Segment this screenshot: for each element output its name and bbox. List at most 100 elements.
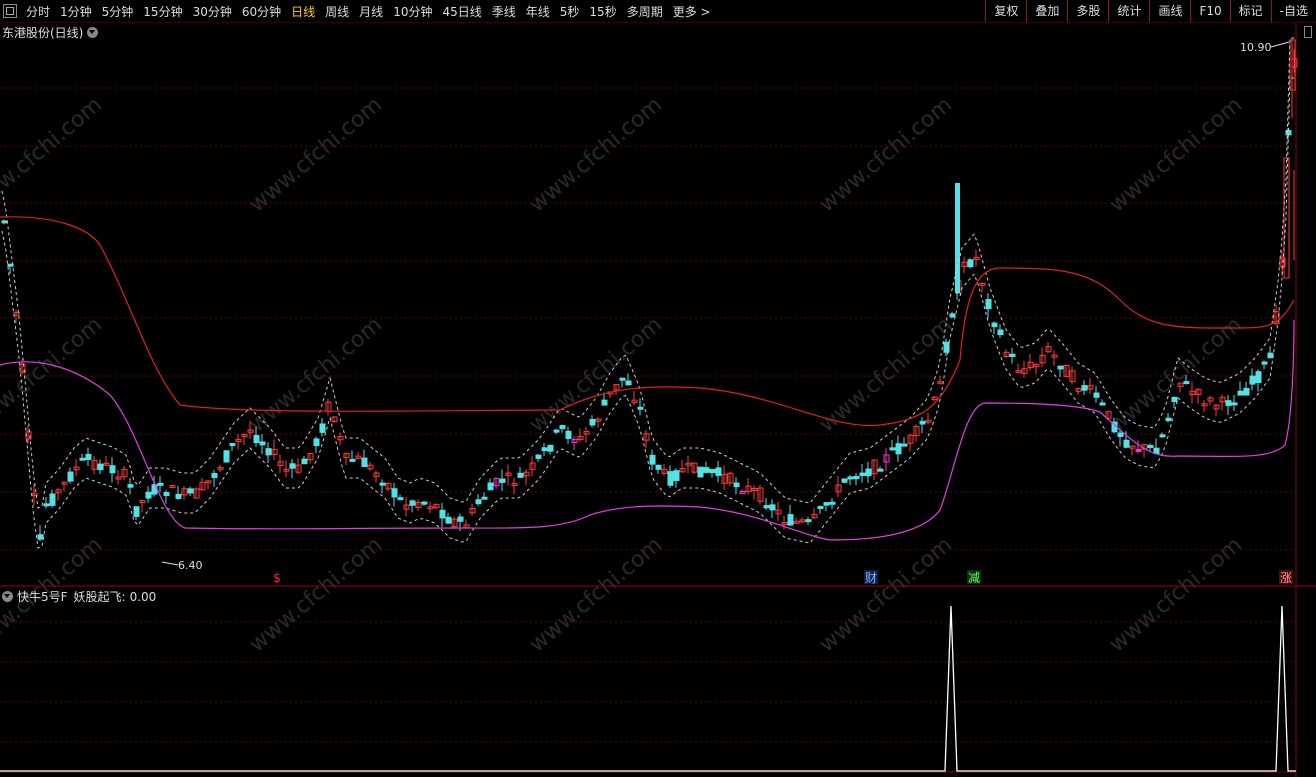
candle-body <box>37 534 44 540</box>
candle-body <box>853 475 860 480</box>
period-tab[interactable]: 5分钟 <box>97 3 139 20</box>
candle-body <box>985 299 992 310</box>
event-marker: 财 <box>865 571 877 585</box>
period-tab[interactable]: 更多 > <box>668 3 716 20</box>
candle-body <box>349 458 356 462</box>
period-tab[interactable]: 月线 <box>354 3 388 20</box>
candle-body <box>673 470 680 482</box>
indicator-label: 妖股起飞: <box>73 590 126 604</box>
candle-body <box>109 465 116 474</box>
watermark-text: www.cfchi.com <box>245 532 387 657</box>
period-tab[interactable]: 1分钟 <box>55 3 97 20</box>
toolbar-button[interactable]: 统计 <box>1108 0 1149 22</box>
candle-body <box>889 447 896 451</box>
candle-body <box>79 457 86 461</box>
period-toolbar: 分时 1分钟 5分钟 15分钟 30分钟 60分钟 日线 周线 月线 10分钟 45日线 季线 年线 5秒… <box>0 0 1316 23</box>
candle-body <box>517 472 524 478</box>
toolbar-button[interactable]: 多股 <box>1067 0 1108 22</box>
chevron-down-icon[interactable] <box>87 27 99 38</box>
candle-body <box>949 313 956 318</box>
main-chart-title[interactable]: 东港股份(日线) <box>2 24 99 41</box>
watermark-text: www.cfchi.com <box>0 312 107 437</box>
candle-body <box>805 519 812 523</box>
watermark-text: www.cfchi.com <box>815 92 957 217</box>
event-marker: 涨 <box>1280 570 1292 585</box>
candle-body <box>601 399 608 406</box>
period-tab[interactable]: 分时 <box>21 3 55 20</box>
candle-body <box>565 430 572 439</box>
candle-body <box>211 472 218 479</box>
period-tab[interactable]: 5秒 <box>555 3 585 20</box>
candle-body <box>397 497 404 501</box>
candle-body <box>1 220 8 224</box>
candle-body <box>391 488 398 498</box>
candle-body <box>829 501 836 505</box>
candle-body <box>85 453 92 460</box>
candle-body <box>787 514 794 526</box>
period-tab[interactable]: 多周期 <box>622 3 668 20</box>
candle-body <box>187 488 194 494</box>
candle-body <box>1117 432 1124 437</box>
watermark-text: www.cfchi.com <box>0 92 107 217</box>
event-marker: $ <box>273 571 281 585</box>
candle-body <box>769 504 776 511</box>
candle-body <box>259 441 266 446</box>
period-tab[interactable]: 45日线 <box>437 3 486 20</box>
chevron-down-icon[interactable] <box>2 591 13 602</box>
candle-body <box>289 463 296 469</box>
candle-body <box>709 469 716 474</box>
candle-body <box>499 478 506 483</box>
candle-body <box>1147 444 1154 448</box>
watermark-text: www.cfchi.com <box>1105 92 1247 217</box>
candle-body <box>319 423 326 433</box>
candle-body <box>901 443 908 447</box>
period-tab[interactable]: 60分钟 <box>237 3 286 20</box>
candle-body <box>1249 375 1256 385</box>
candle-body <box>313 438 320 447</box>
low-price-arrow <box>161 561 179 566</box>
toolbar-button[interactable]: 复权 <box>985 0 1026 22</box>
chart-canvas[interactable]: www.cfchi.com www.cfchi.com www.cfchi.com w… <box>0 0 1316 777</box>
candle-body <box>703 467 710 473</box>
window-restore-icon[interactable] <box>3 4 17 18</box>
candle-body <box>535 454 542 459</box>
period-tab[interactable]: 30分钟 <box>188 3 237 20</box>
candle-body <box>859 472 866 477</box>
candle-body <box>157 482 164 486</box>
candle-body <box>865 468 872 477</box>
low-price-label: 6.40 <box>178 559 203 572</box>
lower-band-line <box>0 319 1295 541</box>
sub-chart-title[interactable]: 快牛5号F 妖股起飞: 0.00 <box>2 588 156 605</box>
toolbar-button[interactable]: F10 <box>1190 0 1229 22</box>
toolbar-button[interactable]: 叠加 <box>1026 0 1067 22</box>
candle-body <box>649 454 656 465</box>
candle-body <box>697 466 704 478</box>
candle-body <box>439 509 446 519</box>
period-tab[interactable]: 15秒 <box>584 3 621 20</box>
candle-body <box>1255 371 1262 383</box>
toolbar-button[interactable]: -自选 <box>1270 0 1316 22</box>
period-tab[interactable]: 年线 <box>521 3 555 20</box>
period-tab[interactable]: 季线 <box>487 3 521 20</box>
candle-body <box>1009 353 1016 357</box>
watermark-text: www.cfchi.com <box>525 92 667 217</box>
scroll-handle[interactable] <box>1304 26 1312 38</box>
candle-body <box>481 496 488 500</box>
candle-body <box>667 471 674 486</box>
candle-body <box>817 505 824 509</box>
period-tab[interactable]: 10分钟 <box>388 3 437 20</box>
candle-body <box>421 501 428 505</box>
candle-body <box>301 458 308 465</box>
candle-body <box>559 425 566 430</box>
candle-body <box>223 450 230 463</box>
candle-body <box>1135 448 1142 452</box>
period-tab[interactable]: 周线 <box>320 3 354 20</box>
candle-body <box>133 506 140 517</box>
candle-body <box>1267 352 1274 359</box>
toolbar-button[interactable]: 标记 <box>1229 0 1271 22</box>
period-tab[interactable]: 15分钟 <box>138 3 187 20</box>
candle-body <box>1099 402 1106 406</box>
candle-body <box>625 380 632 386</box>
toolbar-button[interactable]: 画线 <box>1149 0 1190 22</box>
period-tab[interactable]: 日线 <box>286 3 320 20</box>
